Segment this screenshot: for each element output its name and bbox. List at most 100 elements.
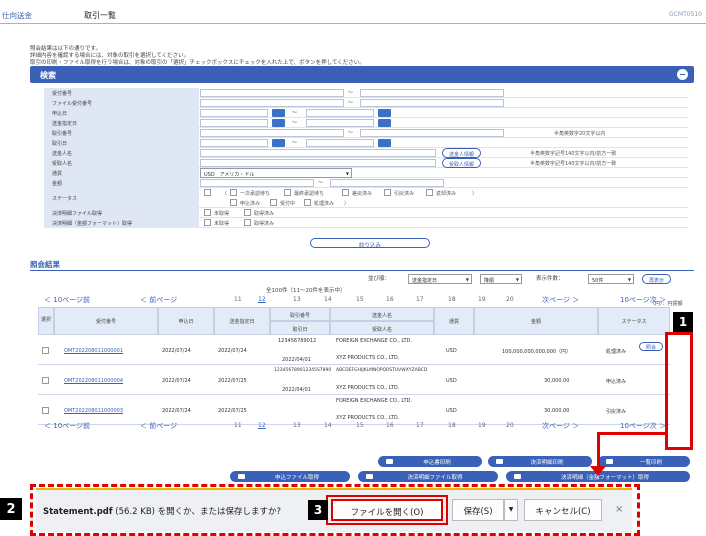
apply-from-input[interactable] (200, 109, 268, 117)
amount-to-input[interactable] (330, 179, 444, 187)
status-checkbox[interactable] (342, 189, 349, 196)
page-link[interactable]: 16 (386, 422, 394, 429)
status-checkbox[interactable] (284, 189, 291, 196)
payee-name-input[interactable] (200, 159, 436, 167)
cancel-button[interactable]: キャンセル(C) (524, 499, 602, 521)
page-link[interactable]: 20 (506, 296, 514, 303)
currency-select[interactable]: USD アメリカ・ドル (200, 168, 352, 178)
acq-checkbox[interactable] (244, 209, 251, 216)
page-link[interactable]: 11 (234, 422, 242, 429)
status-checkbox[interactable] (426, 189, 433, 196)
close-icon[interactable]: × (615, 504, 623, 515)
page-link[interactable]: 19 (478, 422, 486, 429)
next-page-link[interactable]: 次ページ ＞ (542, 421, 579, 431)
next-icon: ＞ (569, 422, 580, 430)
txn-number: 123456789012345S7890 (274, 368, 332, 373)
save-dropdown-icon[interactable]: ▼ (504, 499, 518, 521)
status-checkbox[interactable] (230, 199, 237, 206)
page-link[interactable]: 20 (506, 422, 514, 429)
file-ref-to-input[interactable] (360, 99, 504, 107)
page-link[interactable]: 11 (234, 296, 242, 303)
page-current: 12 (258, 422, 266, 429)
apply-date: 2022/07/24 (162, 408, 191, 414)
ref-link[interactable]: OMT202208011000001 (64, 348, 123, 354)
row-select-checkbox[interactable] (42, 377, 49, 384)
calendar-icon[interactable] (378, 119, 391, 127)
collapse-icon[interactable] (677, 69, 688, 80)
next-10-link[interactable]: 10ページ次 ＞ (620, 421, 666, 431)
calendar-icon[interactable] (272, 109, 285, 117)
ref-link[interactable]: OMT202208011000004 (64, 378, 123, 384)
sort-label: 並び順： (368, 276, 391, 282)
callout-arrow (597, 432, 666, 435)
ref-to-input[interactable] (360, 89, 504, 97)
get-statement-file-button[interactable]: 決済明細ファイル取得 (358, 471, 498, 482)
amount-from-input[interactable] (200, 179, 314, 187)
acq-checkbox[interactable] (204, 209, 211, 216)
save-button[interactable]: 保存(S) (452, 499, 504, 521)
acq-checkbox[interactable] (204, 219, 211, 226)
status-checkbox[interactable] (304, 199, 311, 206)
status-checkbox[interactable] (270, 199, 277, 206)
status-option: 申込済み (240, 201, 261, 207)
calendar-icon[interactable] (272, 139, 285, 147)
sender-name-input[interactable] (200, 149, 436, 157)
count-select[interactable]: 50件 (588, 274, 634, 284)
prev-icon: ＜ (140, 422, 150, 430)
row-select-checkbox[interactable] (42, 407, 49, 414)
print-list-button[interactable]: 一覧印刷 (598, 456, 690, 467)
page-link[interactable]: 15 (356, 422, 364, 429)
redisplay-button[interactable]: 再表示 (642, 274, 672, 284)
print-statement-button[interactable]: 決済明細印刷 (488, 456, 592, 467)
ref-link[interactable]: OMT202208011000003 (64, 408, 123, 414)
value-date: 2022/07/24 (218, 348, 247, 354)
page-link[interactable]: 18 (448, 296, 456, 303)
sort-field-select[interactable]: 送金指定日 (408, 274, 472, 284)
get-application-file-button[interactable]: 申込ファイル取得 (230, 471, 350, 482)
prev-page-link[interactable]: ＜ 前ページ (140, 421, 177, 431)
status-checkbox[interactable] (230, 189, 237, 196)
calendar-icon[interactable] (378, 109, 391, 117)
prev-10-link[interactable]: ＜ 10ページ前 (44, 421, 90, 431)
prev-10-link[interactable]: ＜ 10ページ前 (44, 295, 90, 305)
txn-to-input[interactable] (360, 129, 504, 137)
results-divider (30, 270, 694, 271)
value-date-to-input[interactable] (306, 119, 374, 127)
field-label: 受付番号 (44, 88, 199, 98)
print-application-button[interactable]: 申込書印刷 (378, 456, 482, 467)
inquiry-button[interactable]: 照会 (639, 342, 664, 351)
file-ref-from-input[interactable] (200, 99, 344, 107)
sort-order-select[interactable]: 降順 (480, 274, 522, 284)
txn-from-input[interactable] (200, 129, 344, 137)
calendar-icon[interactable] (272, 119, 285, 127)
page-link[interactable]: 19 (478, 296, 486, 303)
search-panel-header[interactable]: 検索 (30, 66, 694, 83)
sender-info-button[interactable]: 送金人情報 (442, 148, 482, 158)
page-link[interactable]: 17 (416, 422, 424, 429)
next-10-link[interactable]: 10ページ次 ＞ (620, 295, 666, 305)
page-link[interactable]: 17 (416, 296, 424, 303)
status-all-checkbox[interactable] (204, 189, 211, 196)
page-link[interactable]: 16 (386, 296, 394, 303)
narrow-search-button[interactable]: 絞り込み (310, 238, 430, 249)
status-option: 返却済み (436, 191, 457, 197)
apply-to-input[interactable] (306, 109, 374, 117)
page-link[interactable]: 14 (324, 296, 332, 303)
acq-checkbox[interactable] (244, 219, 251, 226)
page-link[interactable]: 14 (324, 422, 332, 429)
txn-date-to-input[interactable] (306, 139, 374, 147)
page-link[interactable]: 13 (293, 422, 301, 429)
txn-date-from-input[interactable] (200, 139, 268, 147)
value-date-from-input[interactable] (200, 119, 268, 127)
page-link[interactable]: 13 (293, 296, 301, 303)
payee-info-button[interactable]: 受取人情報 (442, 158, 482, 168)
next-page-link[interactable]: 次ページ ＞ (542, 295, 579, 305)
calendar-icon[interactable] (378, 139, 391, 147)
page-link[interactable]: 18 (448, 422, 456, 429)
status-checkbox[interactable] (384, 189, 391, 196)
open-file-button[interactable]: ファイルを開く(O) (331, 499, 443, 521)
prev-page-link[interactable]: ＜ 前ページ (140, 295, 177, 305)
page-link[interactable]: 15 (356, 296, 364, 303)
row-select-checkbox[interactable] (42, 347, 49, 354)
ref-from-input[interactable] (200, 89, 344, 97)
